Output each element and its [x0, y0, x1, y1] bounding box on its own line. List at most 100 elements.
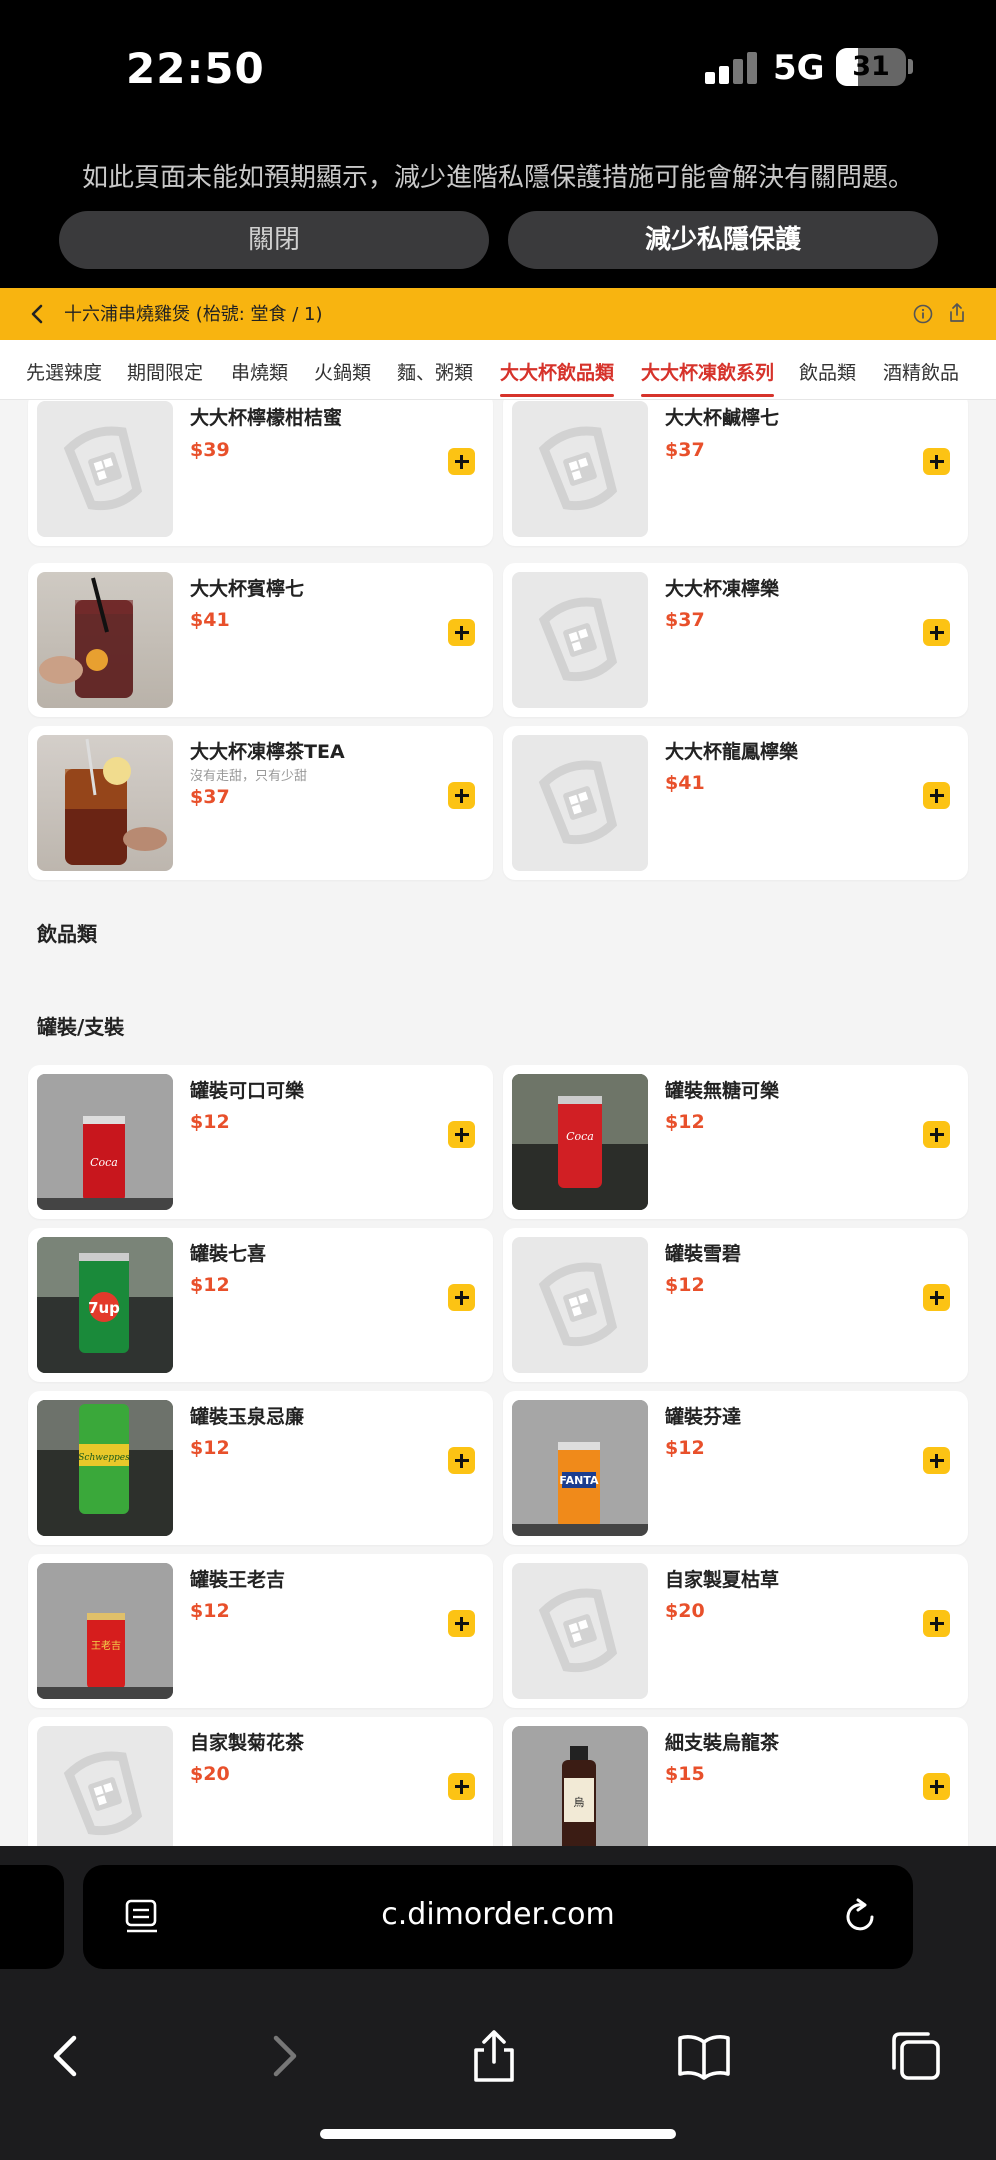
svg-text:7up: 7up — [88, 1299, 120, 1317]
add-button[interactable] — [923, 1284, 950, 1311]
tab-hotpot[interactable]: 火鍋類 — [314, 358, 371, 385]
category-tabs: 先選辣度 期間限定 串燒類 火鍋類 麵、粥類 大大杯飲品類 大大杯凍飲系列 飲品… — [0, 340, 996, 400]
tab-big-cup-drinks[interactable]: 大大杯飲品類 — [500, 358, 615, 397]
menu-item-card[interactable]: 7up 罐裝七喜 $12 — [28, 1228, 493, 1382]
item-price: $37 — [665, 609, 705, 631]
add-button[interactable] — [923, 1773, 950, 1800]
section-title-drinks: 飲品類 — [37, 922, 97, 946]
item-name: 罐裝七喜 — [190, 1243, 267, 1265]
add-button[interactable] — [923, 1447, 950, 1474]
item-price: $12 — [665, 1274, 705, 1296]
share-icon[interactable] — [945, 301, 969, 325]
privacy-banner: 如此頁面未能如預期顯示，減少進階私隱保護措施可能會解決有關問題。 關閉 減少私隱… — [0, 135, 996, 288]
item-name: 細支裝烏龍茶 — [665, 1732, 780, 1754]
menu-item-card[interactable]: 大大杯凍檸樂 $37 — [503, 563, 968, 717]
privacy-message: 如此頁面未能如預期顯示，減少進階私隱保護措施可能會解決有關問題。 — [81, 163, 914, 193]
item-price: $15 — [665, 1763, 705, 1785]
item-price: $12 — [665, 1437, 705, 1459]
item-price: $20 — [665, 1600, 705, 1622]
back-arrow-icon[interactable] — [26, 302, 50, 326]
item-name: 大大杯鹹檸七 — [665, 407, 780, 429]
drink-photo: Coca — [512, 1074, 648, 1210]
menu-item-card[interactable]: 自家製菊花茶 $20 — [28, 1717, 493, 1846]
menu-item-card[interactable]: 大大杯龍鳳檸樂 $41 — [503, 726, 968, 880]
menu-item-card[interactable]: 大大杯賓檸七 $41 — [28, 563, 493, 717]
placeholder-image — [512, 572, 648, 708]
drink-photo — [37, 735, 173, 871]
item-name: 自家製夏枯草 — [665, 1569, 780, 1591]
add-button[interactable] — [448, 1121, 475, 1148]
add-button[interactable] — [923, 619, 950, 646]
item-price: $37 — [190, 786, 230, 808]
item-name: 大大杯凍檸樂 — [665, 578, 780, 600]
bookmarks-icon[interactable] — [676, 2028, 732, 2084]
status-time: 22:50 — [126, 44, 265, 93]
menu-item-card[interactable]: Schweppes 罐裝玉泉忌廉 $12 — [28, 1391, 493, 1545]
placeholder-image — [512, 1237, 648, 1373]
menu-item-card[interactable]: Coca 罐裝無糖可樂 $12 — [503, 1065, 968, 1219]
menu-item-card[interactable]: 罐裝雪碧 $12 — [503, 1228, 968, 1382]
tab-alcohol[interactable]: 酒精飲品 — [883, 358, 959, 385]
item-name: 罐裝雪碧 — [665, 1243, 742, 1265]
menu-item-card[interactable]: 自家製夏枯草 $20 — [503, 1554, 968, 1708]
placeholder-image — [512, 735, 648, 871]
tab-spice-level[interactable]: 先選辣度 — [26, 358, 102, 385]
info-icon[interactable] — [912, 303, 934, 325]
drink-photo: 王老吉 — [37, 1563, 173, 1699]
tab-drinks[interactable]: 飲品類 — [799, 358, 856, 385]
drink-photo: 7up — [37, 1237, 173, 1373]
item-price: $12 — [190, 1274, 230, 1296]
section-title-cans: 罐裝/支裝 — [37, 1015, 125, 1039]
item-price: $12 — [190, 1600, 230, 1622]
menu-item-card[interactable]: Coca 罐裝可口可樂 $12 — [28, 1065, 493, 1219]
add-button[interactable] — [448, 448, 475, 475]
item-name: 大大杯龍鳳檸樂 — [665, 741, 799, 763]
address-bar[interactable]: c.dimorder.com — [83, 1865, 913, 1969]
add-button[interactable] — [448, 1447, 475, 1474]
item-name: 罐裝王老吉 — [190, 1569, 286, 1591]
svg-text:王老吉: 王老吉 — [91, 1639, 121, 1652]
tab-skewers[interactable]: 串燒類 — [231, 358, 288, 385]
reload-icon[interactable] — [840, 1897, 880, 1937]
tab-noodles-congee[interactable]: 麵、粥類 — [397, 358, 473, 385]
tab-big-cup-cold-drinks[interactable]: 大大杯凍飲系列 — [641, 358, 775, 397]
share-sheet-icon[interactable] — [466, 2028, 522, 2084]
add-button[interactable] — [448, 619, 475, 646]
item-description: 沒有走甜，只有少甜 — [190, 769, 308, 784]
add-button[interactable] — [448, 1773, 475, 1800]
add-button[interactable] — [923, 1610, 950, 1637]
drink-photo: 烏 — [512, 1726, 648, 1846]
shop-header: 十六浦串燒雞煲 (枱號: 堂食 / 1) — [0, 288, 996, 340]
add-button[interactable] — [448, 1610, 475, 1637]
previous-tab-chip[interactable] — [0, 1865, 64, 1969]
add-button[interactable] — [923, 448, 950, 475]
placeholder-image — [512, 401, 648, 537]
item-name: 自家製菊花茶 — [190, 1732, 305, 1754]
item-price: $41 — [190, 609, 230, 631]
menu-item-card[interactable]: 大大杯凍檸茶TEA 沒有走甜，只有少甜 $37 — [28, 726, 493, 880]
back-icon[interactable] — [38, 2028, 94, 2084]
item-price: $41 — [665, 772, 705, 794]
menu-item-card[interactable]: FANTA 罐裝芬達 $12 — [503, 1391, 968, 1545]
svg-text:Coca: Coca — [566, 1130, 594, 1143]
browser-toolbar: c.dimorder.com — [0, 1846, 996, 2160]
item-price: $12 — [190, 1111, 230, 1133]
close-button[interactable]: 關閉 — [59, 211, 489, 269]
item-price: $39 — [190, 439, 230, 461]
shop-title: 十六浦串燒雞煲 (枱號: 堂食 / 1) — [64, 304, 323, 325]
menu-item-card[interactable]: 烏 細支裝烏龍茶 $15 — [503, 1717, 968, 1846]
menu-content: 大大杯檸檬柑桔蜜 $39 大大杯鹹檸七 $37 大大杯賓檸七 $41 大大杯凍檸… — [0, 400, 996, 1846]
tabs-icon[interactable] — [888, 2028, 944, 2084]
menu-item-card[interactable]: 大大杯鹹檸七 $37 — [503, 400, 968, 546]
tab-limited-time[interactable]: 期間限定 — [127, 358, 203, 385]
add-button[interactable] — [923, 1121, 950, 1148]
add-button[interactable] — [923, 782, 950, 809]
reduce-privacy-button[interactable]: 減少私隱保護 — [508, 211, 938, 269]
svg-text:FANTA: FANTA — [559, 1474, 599, 1487]
menu-item-card[interactable]: 大大杯檸檬柑桔蜜 $39 — [28, 400, 493, 546]
menu-item-card[interactable]: 王老吉 罐裝王老吉 $12 — [28, 1554, 493, 1708]
forward-icon[interactable] — [256, 2028, 312, 2084]
add-button[interactable] — [448, 782, 475, 809]
item-name: 罐裝可口可樂 — [190, 1080, 305, 1102]
add-button[interactable] — [448, 1284, 475, 1311]
